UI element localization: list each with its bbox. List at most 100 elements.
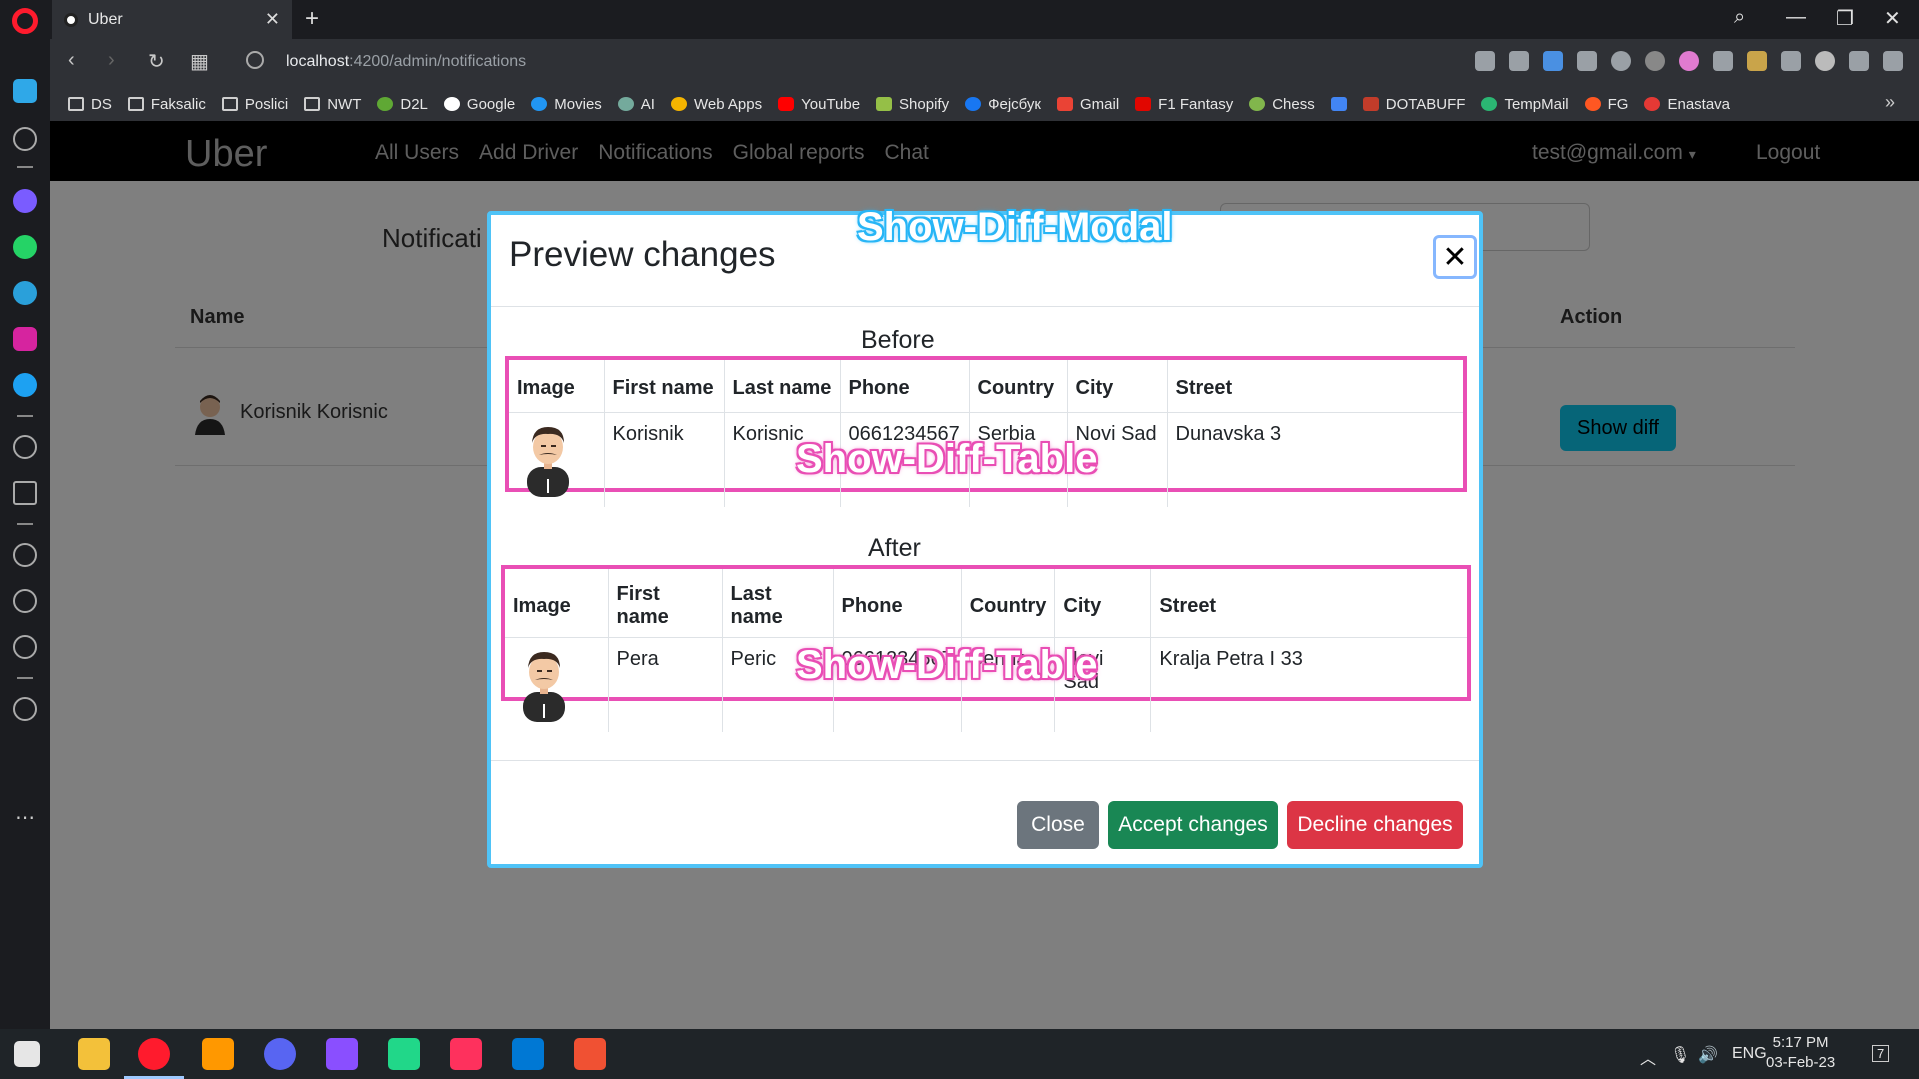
browser-tab[interactable]: Uber ✕ — [52, 0, 292, 39]
new-tab-icon[interactable]: + — [305, 5, 319, 33]
table-header-row: Image First name Last name Phone Country… — [505, 569, 1467, 638]
wallet-icon[interactable] — [1747, 51, 1767, 71]
bookmark-item[interactable] — [1330, 97, 1347, 111]
discord-icon[interactable] — [264, 1038, 296, 1070]
accept-changes-button[interactable]: Accept changes — [1108, 801, 1278, 849]
opera-taskbar-icon[interactable] — [138, 1038, 170, 1070]
decline-changes-button[interactable]: Decline changes — [1287, 801, 1463, 849]
bookmark-item[interactable]: Faksalic — [127, 95, 206, 113]
x-extension-icon[interactable] — [1713, 51, 1733, 71]
easy-setup-icon[interactable] — [1883, 51, 1903, 71]
gitkraken-icon[interactable] — [574, 1038, 606, 1070]
intellij-icon[interactable] — [450, 1038, 482, 1070]
table-header-row: Image First name Last name Phone Country… — [509, 360, 1463, 413]
bookmark-item[interactable]: F1 Fantasy — [1135, 96, 1233, 113]
camera-icon[interactable] — [1509, 51, 1529, 71]
site-info-icon[interactable] — [246, 51, 264, 69]
reload-icon[interactable]: ↻ — [148, 49, 165, 74]
bookmark-item[interactable]: Movies — [531, 96, 602, 113]
preview-changes-modal: Preview changes ✕ Show-Diff-Modal Before… — [487, 205, 1483, 868]
phpstorm-icon[interactable] — [326, 1038, 358, 1070]
file-explorer-icon[interactable] — [78, 1038, 110, 1070]
instagram-icon[interactable] — [13, 327, 37, 351]
bookmark-item[interactable]: Enastava — [1644, 96, 1730, 113]
ai-icon — [617, 97, 634, 111]
share-icon[interactable] — [1475, 51, 1495, 71]
bookmark-item[interactable]: FG — [1584, 96, 1628, 113]
telegram-icon[interactable] — [13, 281, 37, 305]
color-picker-icon[interactable] — [1679, 51, 1699, 71]
bookmark-item[interactable]: AI — [617, 95, 655, 113]
th-phone: Phone — [833, 569, 962, 638]
th-country: Country — [961, 569, 1056, 638]
bookmark-item[interactable]: DOTABUFF — [1362, 96, 1465, 113]
system-clock[interactable]: 5:17 PM 03-Feb-23 — [1766, 1033, 1835, 1073]
bookmark-item[interactable]: Gmail — [1057, 96, 1119, 113]
whatsapp-icon[interactable] — [13, 235, 37, 259]
lightbulb-icon[interactable] — [13, 697, 37, 721]
bookmark-label: Faksalic — [150, 95, 206, 113]
clock-date: 03-Feb-23 — [1766, 1054, 1836, 1071]
bookmark-item[interactable]: Web Apps — [670, 96, 762, 113]
profile-avatar-icon[interactable] — [1815, 51, 1835, 71]
home-icon[interactable] — [13, 79, 37, 103]
divider — [17, 677, 33, 679]
close-window-icon[interactable]: ✕ — [1884, 6, 1901, 31]
bookmark-item[interactable]: D2L — [377, 96, 428, 113]
messenger-icon[interactable] — [13, 189, 37, 213]
language-indicator[interactable]: ENG — [1732, 1045, 1767, 1063]
windows-start-icon[interactable] — [14, 1041, 40, 1067]
more-bookmarks-icon[interactable]: » — [1885, 92, 1895, 113]
folder-icon — [127, 97, 144, 111]
url-field[interactable]: localhost:4200/admin/notifications — [286, 53, 526, 71]
bookmark-label: AI — [640, 95, 655, 113]
tray-chevron-icon[interactable]: ︿ — [1640, 1045, 1656, 1069]
bookmark-item[interactable]: Google — [443, 96, 515, 113]
th-city: City — [1054, 569, 1152, 638]
twitter-icon[interactable] — [13, 373, 37, 397]
send-sidebar-icon[interactable] — [13, 481, 37, 505]
bookmark-item[interactable]: Chess — [1249, 96, 1315, 113]
notification-center-icon[interactable]: 7 — [1872, 1045, 1890, 1062]
download-icon[interactable] — [1849, 51, 1869, 71]
close-tab-icon[interactable]: ✕ — [265, 9, 280, 30]
th-first-name: First name — [604, 360, 725, 413]
th-last-name: Last name — [724, 360, 841, 413]
heart-sidebar-icon[interactable] — [13, 543, 37, 567]
back-icon[interactable]: ‹ — [68, 49, 75, 72]
close-icon[interactable]: ✕ — [1433, 235, 1477, 279]
send-icon[interactable] — [1577, 51, 1597, 71]
bookmark-item[interactable]: NWT — [304, 96, 361, 113]
bookmark-item[interactable]: Shopify — [876, 96, 949, 113]
bookmark-item[interactable]: TempMail — [1481, 96, 1569, 113]
minimize-icon[interactable]: — — [1786, 6, 1806, 29]
vpn-shield-icon[interactable] — [1543, 51, 1563, 71]
settings-gear-icon[interactable] — [13, 635, 37, 659]
th-street: Street — [1150, 569, 1467, 638]
bookmark-item[interactable]: YouTube — [778, 96, 860, 113]
heart-icon[interactable] — [1611, 51, 1631, 71]
vscode-icon[interactable] — [512, 1038, 544, 1070]
more-dots-icon[interactable]: ⋯ — [13, 808, 37, 833]
adblock-icon[interactable] — [1645, 51, 1665, 71]
bookmark-item[interactable]: DS — [68, 96, 112, 113]
opera-logo-icon[interactable] — [12, 8, 38, 34]
bookmark-label: Фејсбук — [988, 95, 1041, 113]
star-icon[interactable] — [13, 127, 37, 151]
bookmark-item[interactable]: Фејсбук — [965, 96, 1041, 113]
bookmark-label: Chess — [1272, 95, 1315, 113]
sublime-text-icon[interactable] — [202, 1038, 234, 1070]
restore-icon[interactable]: ❐ — [1836, 6, 1854, 31]
player-icon[interactable] — [13, 435, 37, 459]
pycharm-icon[interactable] — [388, 1038, 420, 1070]
search-tabs-icon[interactable]: ⌕ — [1734, 6, 1745, 29]
movies-icon — [531, 97, 548, 111]
tabs-grid-icon[interactable]: ▦ — [190, 49, 209, 74]
history-icon[interactable] — [13, 589, 37, 613]
bookmark-item[interactable]: Poslici — [221, 96, 288, 113]
forward-icon[interactable]: › — [108, 49, 115, 72]
close-button[interactable]: Close — [1017, 801, 1099, 849]
microphone-icon[interactable]: 🎙 — [1670, 1045, 1690, 1065]
cube-icon[interactable] — [1781, 51, 1801, 71]
volume-icon[interactable]: 🔊 — [1698, 1045, 1718, 1065]
